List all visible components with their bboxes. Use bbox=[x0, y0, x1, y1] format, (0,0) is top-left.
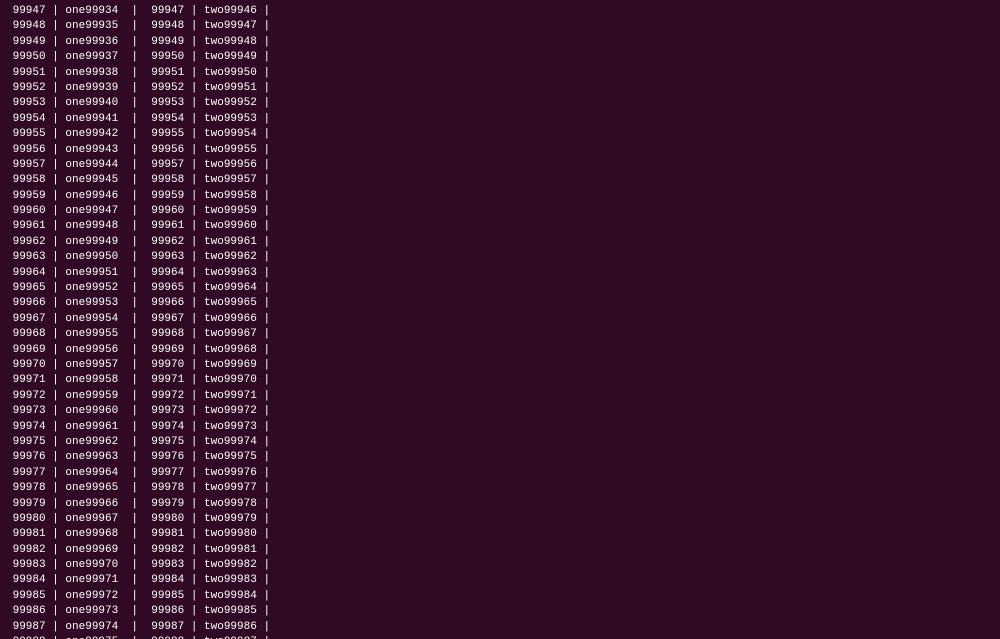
table-output: 99947 | one99934 | 99947 | two99946 | 99… bbox=[6, 4, 994, 639]
terminal: 99947 | one99934 | 99947 | two99946 | 99… bbox=[0, 0, 1000, 639]
